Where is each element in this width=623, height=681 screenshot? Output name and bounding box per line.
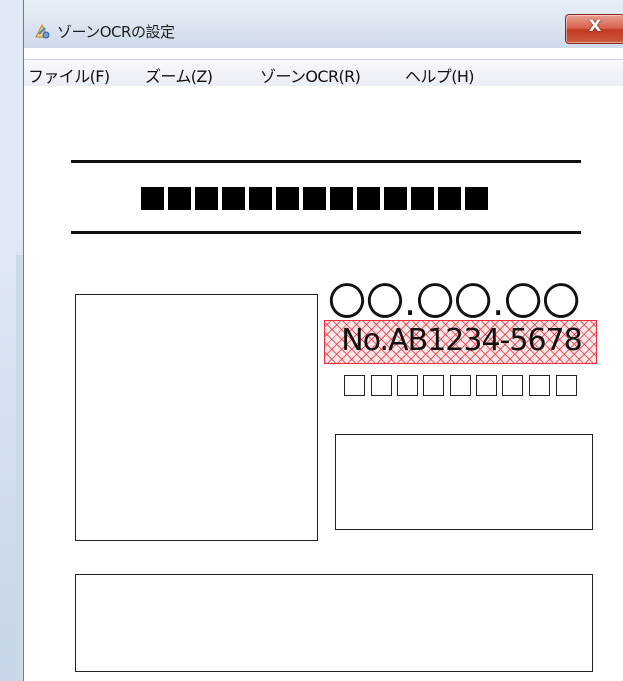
- redacted-block: [465, 187, 488, 210]
- info-area-box: [335, 434, 593, 530]
- redacted-block: [276, 187, 299, 210]
- title-bar[interactable]: ゾーンOCRの設定 X: [24, 0, 623, 48]
- menu-bar: ファイル(F) ズーム(Z) ゾーンOCR(R) ヘルプ(H): [24, 59, 623, 87]
- zone-ocr-settings-window: ゾーンOCRの設定 X ファイル(F) ズーム(Z) ゾーンOCR(R) ヘルプ…: [23, 0, 623, 681]
- redacted-block: [303, 187, 326, 210]
- redacted-block: [384, 187, 407, 210]
- redacted-block: [195, 187, 218, 210]
- ocr-zone-selection[interactable]: No.AB1234-5678: [324, 320, 597, 364]
- redacted-block: [222, 187, 245, 210]
- menu-zoom[interactable]: ズーム(Z): [145, 63, 213, 87]
- redacted-block: [357, 187, 380, 210]
- date-placeholder-text: 〇〇.〇〇.〇〇: [328, 280, 581, 324]
- redacted-block: [411, 187, 434, 210]
- small-box: [450, 375, 471, 396]
- photo-area-box: [75, 294, 318, 541]
- header-bottom-rule: [71, 231, 581, 234]
- ocr-zone-text: No.AB1234-5678: [341, 323, 582, 358]
- close-icon: X: [588, 16, 602, 35]
- redacted-block: [141, 187, 164, 210]
- window-title: ゾーンOCRの設定: [57, 23, 175, 41]
- small-box: [423, 375, 444, 396]
- menu-help[interactable]: ヘルプ(H): [405, 63, 475, 87]
- small-box: [502, 375, 523, 396]
- app-icon: [35, 23, 50, 39]
- close-button[interactable]: X: [565, 14, 623, 44]
- redacted-block: [168, 187, 191, 210]
- redacted-block: [438, 187, 461, 210]
- menu-file[interactable]: ファイル(F): [28, 63, 110, 87]
- document-preview-canvas[interactable]: 〇〇.〇〇.〇〇 No.AB1234-5678: [24, 86, 623, 681]
- menu-zone-ocr[interactable]: ゾーンOCR(R): [260, 63, 361, 87]
- redacted-block: [330, 187, 353, 210]
- small-box: [556, 375, 577, 396]
- small-box: [397, 375, 418, 396]
- header-top-rule: [71, 160, 581, 163]
- background-window-edge: [0, 0, 23, 681]
- small-box: [529, 375, 550, 396]
- bottom-area-box: [75, 574, 593, 672]
- redacted-block: [249, 187, 272, 210]
- small-box: [371, 375, 392, 396]
- small-box: [344, 375, 365, 396]
- small-box: [476, 375, 497, 396]
